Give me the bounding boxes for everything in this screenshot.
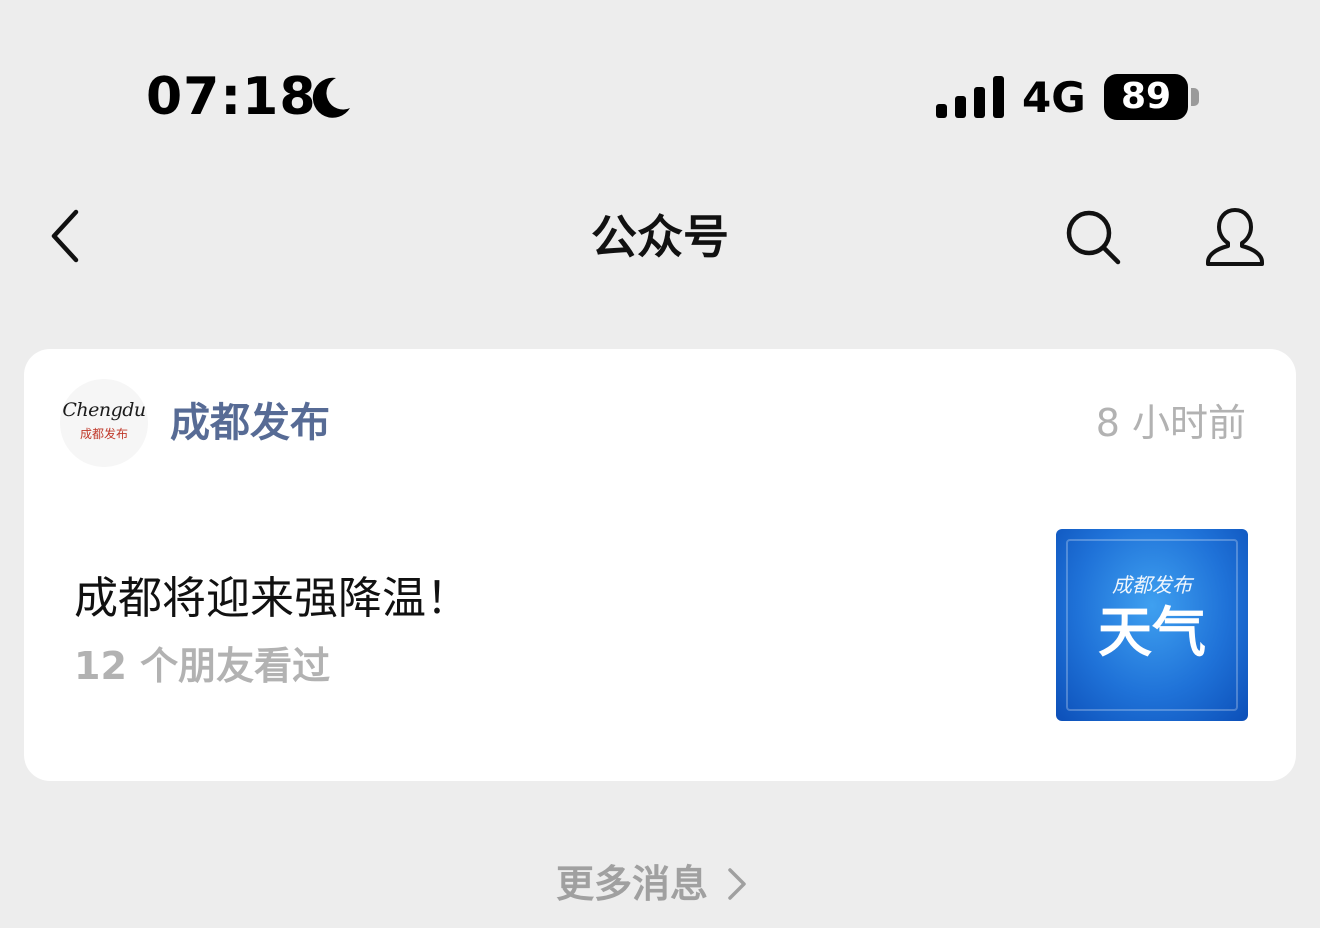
more-messages-label: 更多消息 [556,862,709,906]
account-avatar[interactable]: Chengdu 成都发布 [60,379,148,467]
page-title: 公众号 [591,210,729,264]
network-type-label: 4G [1022,73,1086,122]
thumbnail-title: 天气 [1098,601,1206,664]
search-icon[interactable] [1062,206,1124,268]
article-thumbnail[interactable]: 成都发布 天气 [1056,529,1248,721]
avatar-logo-text: Chengdu [62,399,146,421]
post-time: 8 小时前 [1095,401,1246,445]
friends-read-count: 12 个朋友看过 [74,644,331,688]
article-card[interactable]: Chengdu 成都发布 成都发布 8 小时前 成都将迎来强降温！ 12 个朋友… [24,349,1296,781]
moon-icon [312,77,350,118]
back-chevron-icon[interactable] [44,206,88,266]
chevron-right-icon [728,868,746,900]
battery-level: 89 [1120,76,1172,117]
account-name[interactable]: 成都发布 [170,395,330,451]
profile-icon[interactable] [1200,204,1270,270]
signal-icon [936,76,1004,118]
avatar-logo-mark: 成都发布 [79,427,128,441]
status-time: 07:18 [146,67,317,127]
battery-cap [1191,88,1199,106]
battery-icon: 89 [1104,74,1188,120]
thumbnail-brand: 成都发布 [1112,573,1192,597]
more-messages-link[interactable]: 更多消息 [556,858,748,910]
article-title[interactable]: 成都将迎来强降温！ [74,569,470,629]
